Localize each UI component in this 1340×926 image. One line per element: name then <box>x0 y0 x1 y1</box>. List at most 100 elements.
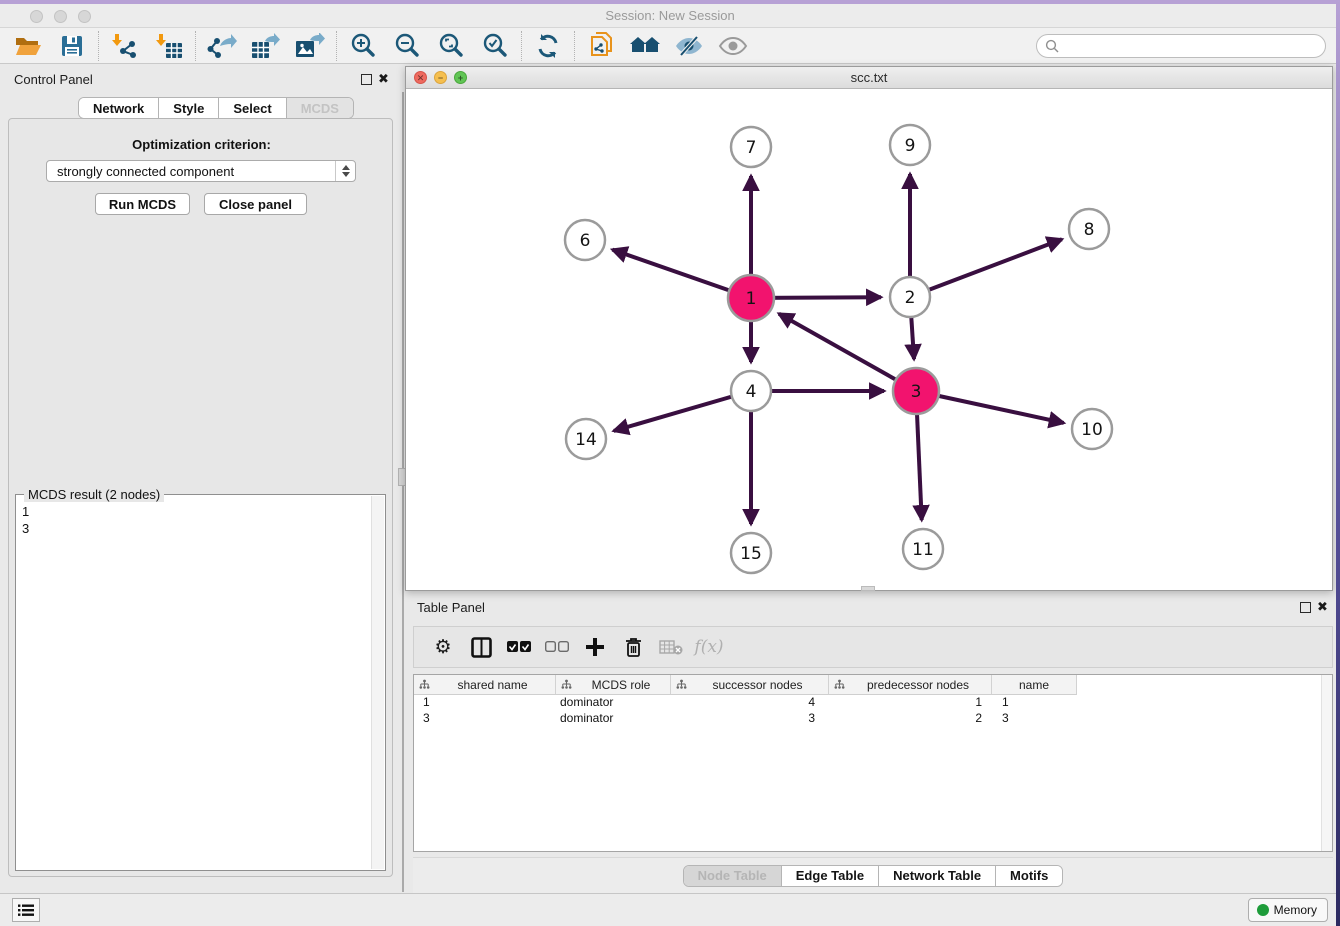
export-image-icon[interactable] <box>288 30 332 62</box>
control-panel-tabs: Network Style Select MCDS <box>78 97 354 119</box>
toolbar-separator <box>195 31 196 61</box>
delete-column-trash-icon[interactable] <box>614 631 652 663</box>
tab-mcds[interactable]: MCDS <box>287 98 353 118</box>
close-panel-button[interactable]: Close panel <box>204 193 307 215</box>
table-cell[interactable]: 3 <box>992 711 1077 727</box>
open-folder-icon[interactable] <box>6 30 50 62</box>
graph-edge-2-8[interactable] <box>910 239 1062 297</box>
list-icon <box>18 904 34 917</box>
table-row[interactable]: 3dominator323 <box>414 711 1332 727</box>
tab-style[interactable]: Style <box>159 98 219 118</box>
panel-splitter[interactable] <box>402 92 404 892</box>
zoom-in-icon[interactable] <box>341 30 385 62</box>
toolbar-separator <box>574 31 575 61</box>
table-header: shared name MCDS role successor nodes pr… <box>414 675 1332 695</box>
tab-network[interactable]: Network <box>79 98 159 118</box>
search-box[interactable] <box>1036 34 1326 58</box>
table-tabs-strip: Node Table Edge Table Network Table Moti… <box>413 857 1333 893</box>
table-cell[interactable]: dominator <box>556 695 671 711</box>
select-all-rows-icon[interactable] <box>500 631 538 663</box>
table-options-gear-icon[interactable]: ⚙ <box>424 631 462 663</box>
tab-network-table[interactable]: Network Table <box>879 866 996 886</box>
table-cell[interactable]: dominator <box>556 711 671 727</box>
network-window-titlebar[interactable]: ✕ − + scc.txt <box>406 67 1332 89</box>
export-network-icon[interactable] <box>200 30 244 62</box>
memory-label: Memory <box>1274 903 1317 917</box>
table-cell[interactable]: 3 <box>414 711 556 727</box>
graph-node-label: 14 <box>575 430 597 450</box>
column-type-icon <box>834 679 845 690</box>
table-cell[interactable]: 4 <box>671 695 829 711</box>
column-header-predecessor-nodes[interactable]: predecessor nodes <box>829 675 992 695</box>
column-header-name[interactable]: name <box>992 675 1077 695</box>
import-table-icon[interactable] <box>147 30 191 62</box>
zoom-fit-icon[interactable] <box>429 30 473 62</box>
memory-button[interactable]: Memory <box>1248 898 1328 922</box>
deselect-all-rows-icon[interactable] <box>538 631 576 663</box>
split-panel-icon[interactable] <box>462 631 500 663</box>
graph-node-label: 10 <box>1081 420 1103 440</box>
network-window: ✕ − + scc.txt 7968124314101511 <box>405 66 1333 591</box>
table-row[interactable]: 1dominator411 <box>414 695 1332 711</box>
graph-node-label: 9 <box>905 136 916 156</box>
network-view[interactable]: 7968124314101511 <box>406 89 1332 590</box>
control-panel-float-icon[interactable] <box>361 74 372 85</box>
app-titlebar: Session: New Session <box>0 4 1340 28</box>
control-panel-close-icon[interactable]: ✖ <box>378 71 389 87</box>
import-network-icon[interactable] <box>103 30 147 62</box>
result-line: 3 <box>22 520 29 537</box>
mcds-result-title: MCDS result (2 nodes) <box>24 487 164 502</box>
tab-edge-table[interactable]: Edge Table <box>782 866 879 886</box>
tab-motifs[interactable]: Motifs <box>996 866 1062 886</box>
column-type-icon <box>561 679 572 690</box>
desktop-edge-top <box>0 0 1340 4</box>
mcds-result-lines: 1 3 <box>22 503 29 537</box>
task-history-button[interactable] <box>12 898 40 922</box>
optimization-criterion-dropdown[interactable]: strongly connected component <box>46 160 356 182</box>
table-toolbar: ⚙ f(x) <box>413 626 1333 668</box>
result-line: 1 <box>22 503 29 520</box>
table-panel-title: Table Panel <box>417 600 485 615</box>
table-cell[interactable]: 1 <box>414 695 556 711</box>
optimization-criterion-label: Optimization criterion: <box>9 137 394 152</box>
column-header-shared-name[interactable]: shared name <box>414 675 556 695</box>
zoom-selected-icon[interactable] <box>473 30 517 62</box>
table-panel-close-icon[interactable]: ✖ <box>1317 599 1328 615</box>
clone-network-icon[interactable] <box>579 30 623 62</box>
delete-table-icon[interactable] <box>652 631 690 663</box>
control-panel-title: Control Panel <box>14 72 93 87</box>
result-scrollbar[interactable] <box>371 496 384 869</box>
network-graph[interactable]: 7968124314101511 <box>406 89 1332 590</box>
column-header-mcds-role[interactable]: MCDS role <box>556 675 671 695</box>
table-cell[interactable]: 3 <box>671 711 829 727</box>
column-header-successor-nodes[interactable]: successor nodes <box>671 675 829 695</box>
save-icon[interactable] <box>50 30 94 62</box>
table-scrollbar[interactable] <box>1321 675 1332 851</box>
network-resize-handle[interactable] <box>861 586 875 591</box>
table-panel-float-icon[interactable] <box>1300 602 1311 613</box>
show-selected-eye-icon[interactable] <box>711 30 755 62</box>
graph-node-label: 6 <box>580 231 591 251</box>
zoom-out-icon[interactable] <box>385 30 429 62</box>
search-input[interactable] <box>1063 39 1313 53</box>
table-cell[interactable]: 1 <box>992 695 1077 711</box>
dropdown-value: strongly connected component <box>47 164 335 179</box>
apply-function-icon[interactable]: f(x) <box>690 631 728 663</box>
export-table-icon[interactable] <box>244 30 288 62</box>
refresh-icon[interactable] <box>526 30 570 62</box>
graph-node-label: 4 <box>746 382 757 402</box>
table-cell[interactable]: 2 <box>829 711 992 727</box>
graph-node-label: 11 <box>912 540 934 560</box>
window-title: Session: New Session <box>0 8 1340 23</box>
mcds-panel: Optimization criterion: strongly connect… <box>8 118 393 877</box>
tab-node-table[interactable]: Node Table <box>684 866 782 886</box>
add-column-icon[interactable] <box>576 631 614 663</box>
run-mcds-button[interactable]: Run MCDS <box>95 193 190 215</box>
graph-edge-4-14[interactable] <box>614 391 751 431</box>
mcds-result-group: MCDS result (2 nodes) 1 3 <box>15 494 386 871</box>
table-cell[interactable]: 1 <box>829 695 992 711</box>
tab-select[interactable]: Select <box>219 98 286 118</box>
hide-selected-eye-slash-icon[interactable] <box>667 30 711 62</box>
graph-node-label: 1 <box>746 289 757 309</box>
home-icon[interactable] <box>623 30 667 62</box>
